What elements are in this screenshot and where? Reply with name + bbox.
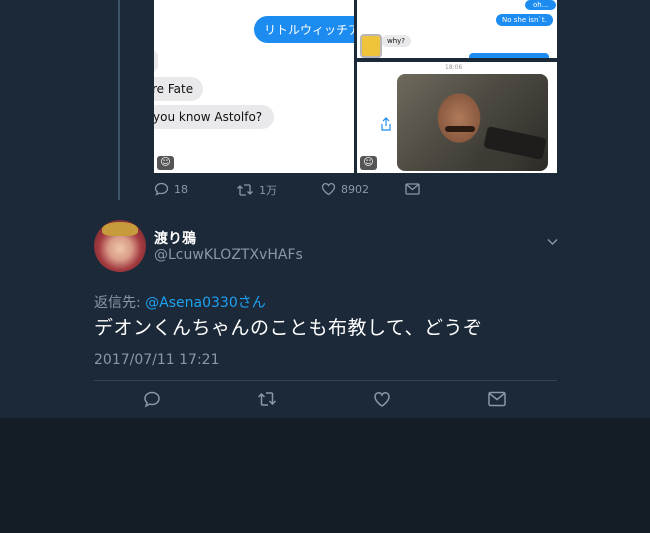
media-image-1[interactable]: リトルウィッチア re Fate you know Astolfo? ☺ bbox=[154, 0, 354, 173]
avatar[interactable] bbox=[94, 220, 146, 272]
reply-to-user-link[interactable]: @Asena0330さん bbox=[145, 295, 266, 311]
chat-time: 18:06 bbox=[445, 64, 463, 71]
retweet-icon bbox=[257, 392, 277, 406]
dm-button[interactable] bbox=[488, 391, 506, 411]
chat-bubble-sent: oh... bbox=[525, 0, 557, 10]
thread-line bbox=[118, 0, 120, 200]
chat-bubble-sent: No she isn`t. bbox=[496, 14, 553, 26]
dm-action[interactable] bbox=[405, 183, 420, 195]
gif-image bbox=[397, 74, 548, 171]
media-image-2[interactable]: oh... No she isn`t. why? bbox=[357, 0, 557, 58]
chat-bubble-received: why? bbox=[381, 35, 412, 47]
chat-bubble-received: you know Astolfo? bbox=[154, 105, 275, 129]
sticker-icon bbox=[360, 34, 382, 58]
chat-bubble-sent bbox=[469, 53, 549, 58]
tweet-panel: リトルウィッチア re Fate you know Astolfo? ☺ oh.… bbox=[0, 0, 650, 418]
heart-icon bbox=[321, 182, 336, 196]
display-name[interactable]: 渡り鴉 bbox=[154, 228, 196, 248]
reply-button[interactable] bbox=[143, 390, 161, 412]
mail-icon bbox=[488, 391, 506, 407]
tweet-text: デオンくんちゃんのことも布教して、どうぞ bbox=[94, 317, 483, 339]
retweet-count: 1万 bbox=[259, 184, 277, 197]
retweet-icon bbox=[237, 184, 253, 196]
like-action[interactable]: 8902 bbox=[321, 182, 369, 196]
avatar-detail bbox=[102, 222, 138, 236]
reply-to-prefix: 返信先: bbox=[94, 295, 146, 311]
reply-icon bbox=[144, 391, 160, 408]
reply-icon bbox=[154, 182, 169, 196]
like-button[interactable] bbox=[373, 390, 391, 412]
mail-icon bbox=[405, 183, 420, 195]
chat-bubble-received bbox=[154, 50, 158, 72]
share-icon bbox=[380, 116, 392, 135]
retweet-action[interactable]: 1万 bbox=[236, 182, 277, 198]
reply-count: 18 bbox=[174, 182, 188, 196]
like-count: 8902 bbox=[341, 182, 369, 196]
retweet-button[interactable] bbox=[257, 390, 277, 412]
divider bbox=[94, 380, 557, 381]
media-image-3[interactable]: 18:06 ☺ bbox=[357, 62, 557, 173]
tweet-timestamp[interactable]: 2017/07/11 17:21 bbox=[94, 352, 220, 368]
reply-context: 返信先: @Asena0330さん bbox=[94, 292, 266, 312]
photo-detail bbox=[483, 126, 547, 160]
sticker-icon: ☺ bbox=[157, 156, 174, 170]
photo-detail bbox=[445, 126, 475, 132]
heart-icon bbox=[374, 392, 390, 407]
chat-bubble-received: re Fate bbox=[154, 77, 204, 101]
chat-bubble-sent: リトルウィッチア bbox=[254, 16, 354, 43]
sticker-icon: ☺ bbox=[360, 156, 377, 170]
user-handle[interactable]: @LcuwKLOZTXvHAFs bbox=[154, 247, 303, 263]
chevron-down-icon[interactable] bbox=[546, 231, 559, 250]
reply-action[interactable]: 18 bbox=[154, 182, 188, 196]
